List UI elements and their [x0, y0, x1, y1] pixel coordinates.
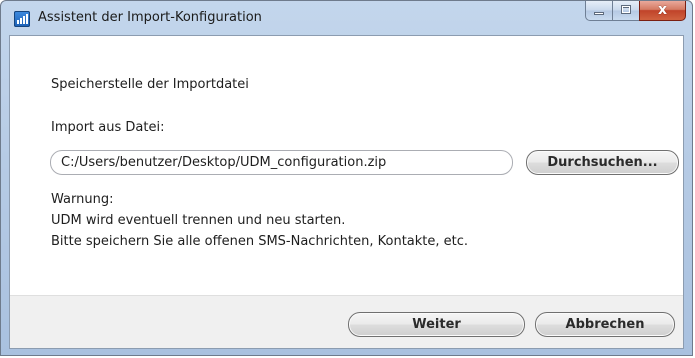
caption-buttons: x: [585, 1, 686, 21]
browse-button[interactable]: Durchsuchen...: [526, 150, 679, 175]
window-title: Assistent der Import-Konfiguration: [38, 10, 262, 25]
dialog-footer: Weiter Abbrechen: [10, 295, 683, 348]
warning-line-2: Bitte speichern Sie alle offenen SMS-Nac…: [51, 234, 469, 249]
maximize-button[interactable]: [612, 1, 639, 21]
warning-line-1: UDM wird eventuell trennen und neu start…: [51, 213, 346, 228]
close-icon: x: [657, 2, 668, 18]
minimize-icon: [594, 12, 604, 15]
maximize-icon: [621, 5, 631, 14]
title-bar[interactable]: Assistent der Import-Konfiguration x: [1, 1, 692, 35]
dialog-client-area: Speicherstelle der Importdatei Import au…: [9, 35, 684, 349]
app-signal-icon: [14, 11, 30, 27]
section-heading: Speicherstelle der Importdatei: [51, 77, 249, 92]
cancel-button[interactable]: Abbrechen: [535, 312, 675, 337]
dialog-window: Assistent der Import-Konfiguration x Spe…: [0, 0, 693, 356]
minimize-button[interactable]: [585, 1, 612, 21]
import-file-label: Import aus Datei:: [51, 120, 165, 135]
close-button[interactable]: x: [639, 1, 686, 21]
warning-title: Warnung:: [51, 192, 114, 207]
warning-block: Warnung: UDM wird eventuell trennen und …: [51, 189, 468, 252]
dialog-content: Speicherstelle der Importdatei Import au…: [10, 36, 683, 295]
file-path-input[interactable]: [50, 150, 513, 175]
next-button[interactable]: Weiter: [348, 312, 525, 337]
